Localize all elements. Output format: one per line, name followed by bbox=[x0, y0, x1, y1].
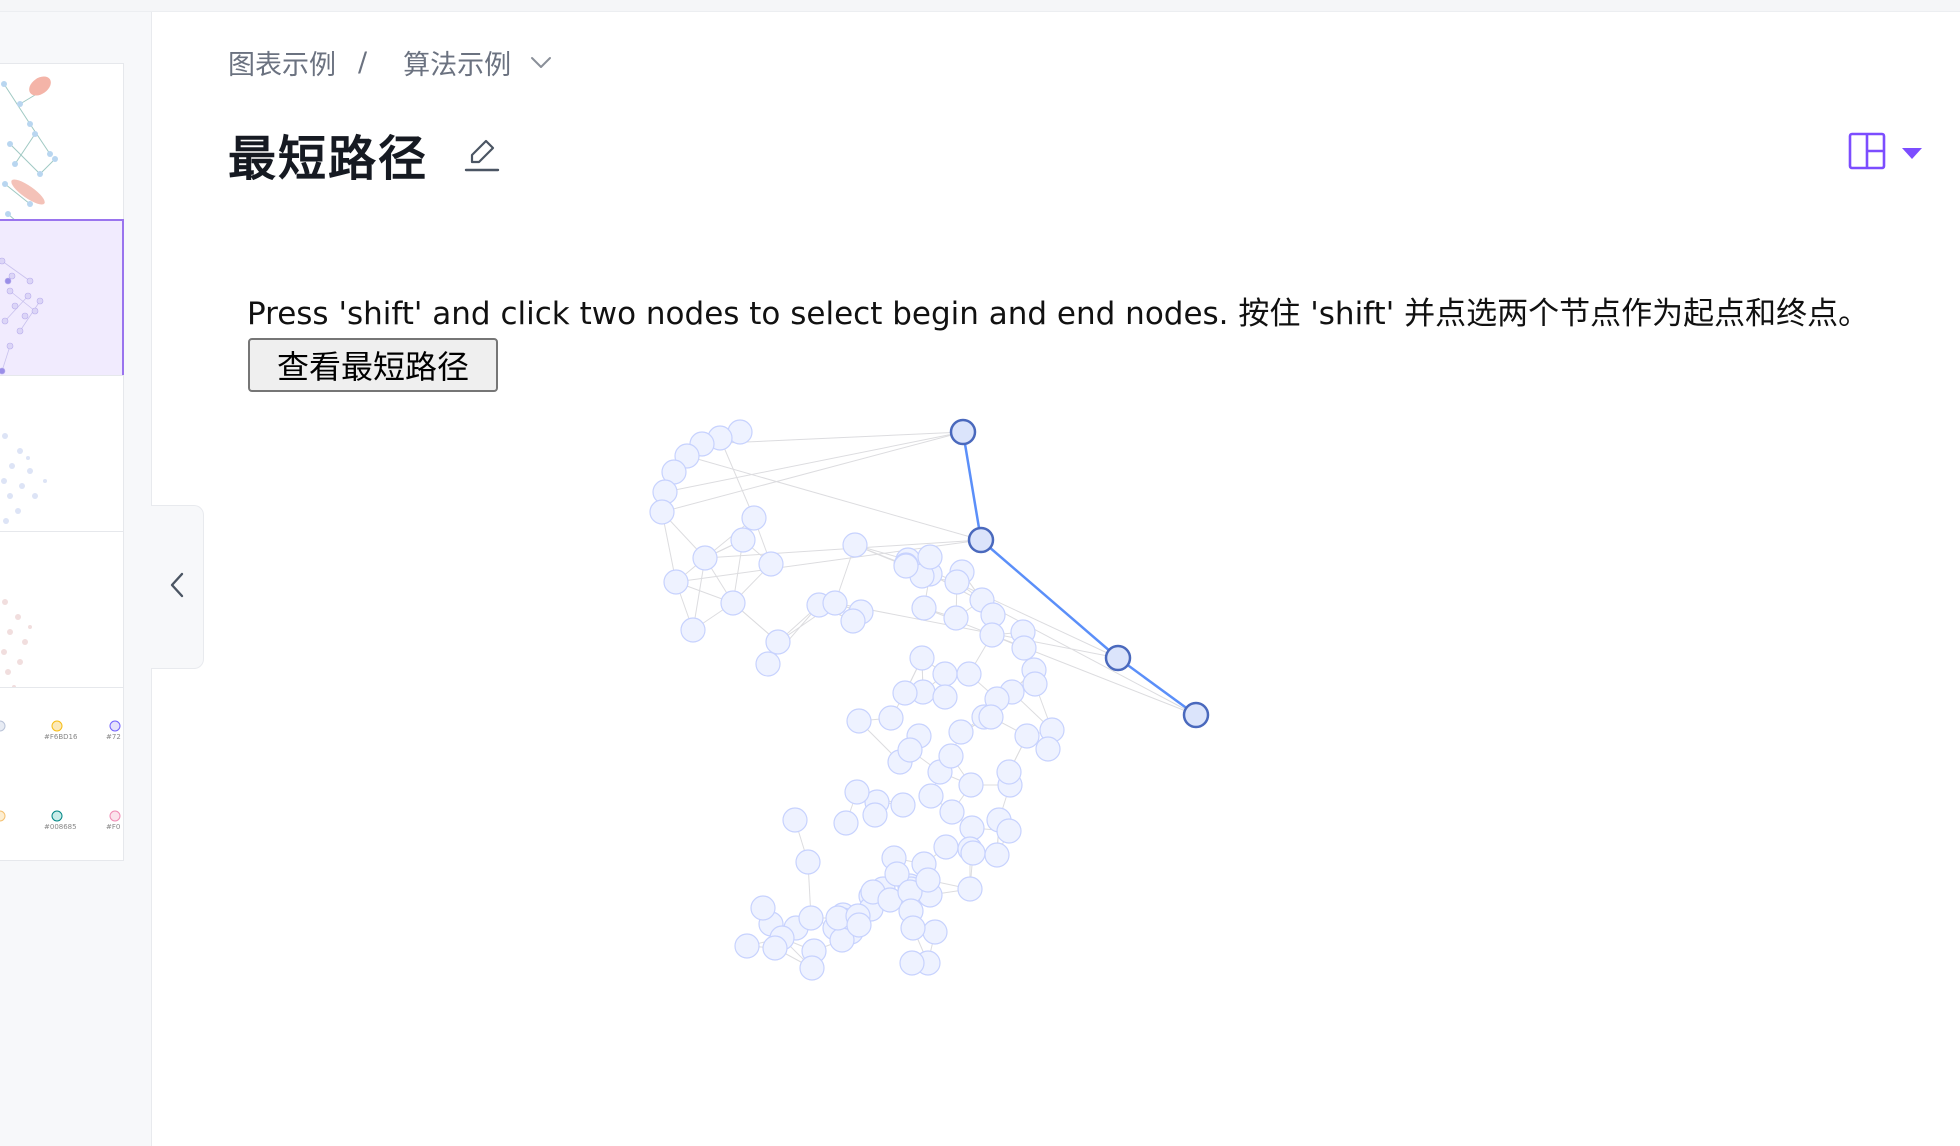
graph-node[interactable] bbox=[922, 919, 948, 945]
graph-node[interactable] bbox=[840, 608, 866, 634]
graph-node[interactable] bbox=[1014, 723, 1040, 749]
graph-node[interactable] bbox=[755, 651, 781, 677]
example-thumbnail-2-selected[interactable] bbox=[0, 219, 124, 393]
graph-node[interactable] bbox=[911, 595, 937, 621]
swatch-label: #008685 bbox=[44, 823, 77, 831]
graph-node[interactable] bbox=[663, 569, 689, 595]
caret-down-icon bbox=[1900, 146, 1924, 160]
graph-node[interactable] bbox=[750, 895, 776, 921]
graph-node[interactable] bbox=[734, 933, 760, 959]
swatch-label: #F0 bbox=[106, 823, 120, 831]
example-thumbnail-5[interactable]: #F6BD16 #72 #008685 #F0 bbox=[0, 687, 124, 861]
breadcrumb: 图表示例 / 算法示例 bbox=[228, 40, 553, 84]
graph-node[interactable] bbox=[918, 783, 944, 809]
graph-node[interactable] bbox=[932, 661, 958, 687]
graph-node[interactable] bbox=[649, 499, 675, 525]
graph-edge bbox=[719, 437, 755, 519]
shortest-path-node[interactable] bbox=[949, 418, 977, 446]
graph-node[interactable] bbox=[842, 532, 868, 558]
graph-node[interactable] bbox=[893, 553, 919, 579]
breadcrumb-parent[interactable]: 图表示例 bbox=[228, 43, 336, 82]
graph-node[interactable] bbox=[984, 842, 1010, 868]
graph-node[interactable] bbox=[939, 799, 965, 825]
graph-node[interactable] bbox=[917, 544, 943, 570]
shortest-path-node[interactable] bbox=[1182, 701, 1210, 729]
graph-node[interactable] bbox=[890, 792, 916, 818]
chevron-down-icon[interactable] bbox=[529, 54, 553, 70]
graph-node[interactable] bbox=[692, 545, 718, 571]
swatch-label: #72 bbox=[106, 733, 121, 741]
graph-node[interactable] bbox=[844, 779, 870, 805]
graph-node[interactable] bbox=[959, 815, 985, 841]
example-thumbnail-4[interactable] bbox=[0, 531, 124, 705]
graph-node[interactable] bbox=[720, 590, 746, 616]
graph-node[interactable] bbox=[846, 708, 872, 734]
example-thumbnail-3[interactable] bbox=[0, 375, 124, 549]
graph-node[interactable] bbox=[892, 680, 918, 706]
graph-node[interactable] bbox=[900, 915, 926, 941]
graph-edge bbox=[686, 455, 982, 541]
graph-node[interactable] bbox=[795, 849, 821, 875]
graph-node[interactable] bbox=[938, 743, 964, 769]
graph-node[interactable] bbox=[932, 684, 958, 710]
layout-icon bbox=[1848, 132, 1886, 174]
shortest-path-node[interactable] bbox=[967, 526, 995, 554]
graph-node[interactable] bbox=[798, 905, 824, 931]
sidebar-collapse-button[interactable] bbox=[151, 505, 204, 669]
graph-node[interactable] bbox=[979, 622, 1005, 648]
demo-instructions: Press 'shift' and click two nodes to sel… bbox=[247, 296, 1870, 332]
graph-nodes bbox=[649, 418, 1210, 981]
page-title: 最短路径 bbox=[228, 131, 429, 187]
graph-node[interactable] bbox=[1035, 736, 1061, 762]
top-bar bbox=[0, 0, 1960, 12]
graph-node[interactable] bbox=[765, 629, 791, 655]
example-thumbnail-1[interactable] bbox=[0, 63, 124, 237]
graph-node[interactable] bbox=[846, 912, 872, 938]
graph-node[interactable] bbox=[899, 950, 925, 976]
graph-node[interactable] bbox=[741, 505, 767, 531]
graph-node[interactable] bbox=[957, 876, 983, 902]
graph-node[interactable] bbox=[1011, 635, 1037, 661]
graph-node[interactable] bbox=[1022, 671, 1048, 697]
graph-node[interactable] bbox=[822, 590, 848, 616]
graph-node[interactable] bbox=[948, 719, 974, 745]
layout-switch[interactable] bbox=[1848, 132, 1924, 174]
graph-node[interactable] bbox=[944, 569, 970, 595]
graph-node[interactable] bbox=[943, 605, 969, 631]
graph-node[interactable] bbox=[782, 807, 808, 833]
graph-node[interactable] bbox=[996, 818, 1022, 844]
shortest-path-edge bbox=[1117, 656, 1197, 717]
graph-node[interactable] bbox=[956, 661, 982, 687]
graph-node[interactable] bbox=[862, 802, 888, 828]
graph-node[interactable] bbox=[960, 840, 986, 866]
title-row: 最短路径 bbox=[228, 118, 502, 190]
graph-node[interactable] bbox=[978, 704, 1004, 730]
graph-node[interactable] bbox=[833, 810, 859, 836]
graph-node[interactable] bbox=[958, 772, 984, 798]
shortest-path-node[interactable] bbox=[1104, 644, 1132, 672]
graph-edge bbox=[929, 573, 1197, 716]
graph-node[interactable] bbox=[933, 834, 959, 860]
breadcrumb-current[interactable]: 算法示例 bbox=[403, 43, 511, 82]
graph-node[interactable] bbox=[680, 617, 706, 643]
shortest-path-edge bbox=[961, 431, 983, 541]
graph-node[interactable] bbox=[730, 527, 756, 553]
graph-node[interactable] bbox=[996, 759, 1022, 785]
graph-node[interactable] bbox=[758, 551, 784, 577]
graph-node[interactable] bbox=[762, 935, 788, 961]
examples-sidebar: #F6BD16 #72 #008685 #F0 bbox=[0, 12, 152, 1146]
show-shortest-path-button[interactable]: 查看最短路径 bbox=[248, 338, 498, 392]
graph-node[interactable] bbox=[897, 737, 923, 763]
pencil-icon[interactable] bbox=[462, 133, 502, 175]
swatch-label: #F6BD16 bbox=[44, 733, 78, 741]
breadcrumb-separator: / bbox=[358, 46, 368, 78]
chevron-left-icon bbox=[167, 570, 187, 604]
graph-node[interactable] bbox=[915, 867, 941, 893]
graph-node[interactable] bbox=[878, 705, 904, 731]
graph-node[interactable] bbox=[799, 955, 825, 981]
graph-node[interactable] bbox=[909, 645, 935, 671]
